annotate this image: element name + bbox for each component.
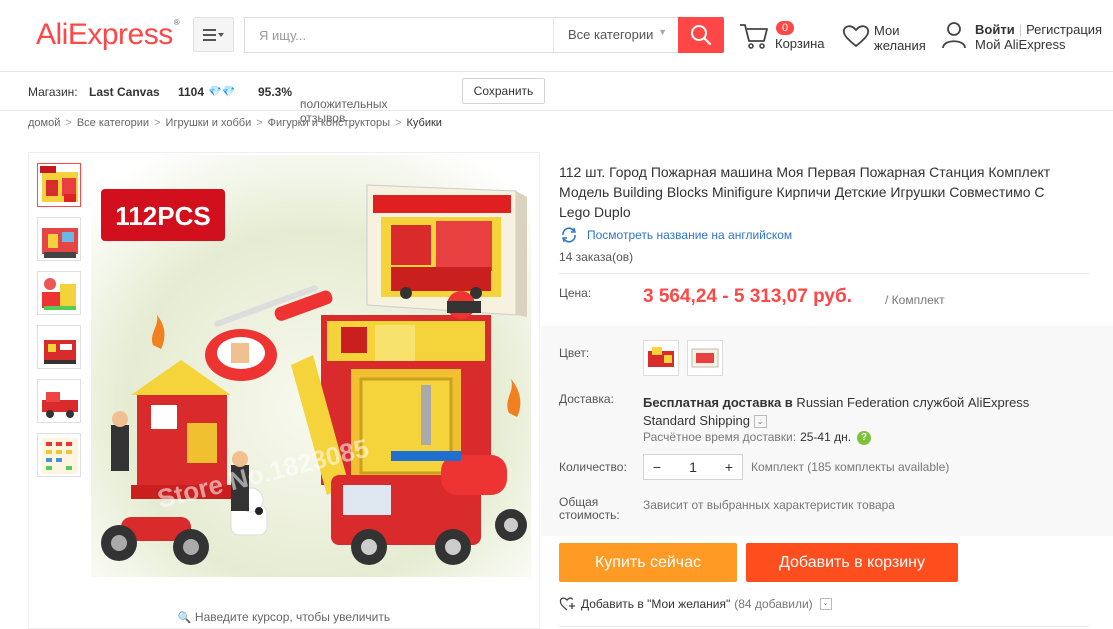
breadcrumb: домой > Все категории > Игрушки и хобби > Фигу…: [28, 117, 442, 129]
quantity-availability: Комплект (185 комплекты available): [751, 460, 950, 474]
store-label: Магазин:: [28, 85, 78, 99]
divider: [559, 626, 1089, 627]
magnifier-icon: 🔍: [177, 612, 192, 624]
search-button[interactable]: [678, 17, 724, 53]
shipping-info: Бесплатная доставка в Russian Federation…: [643, 395, 1030, 429]
divider: [559, 273, 1089, 274]
cart-count-badge: 0: [776, 21, 795, 35]
product-info-panel: 112 шт. Город Пожарная машина Моя Первая…: [541, 152, 1113, 629]
pieces-badge: 112PCS: [115, 201, 210, 231]
color-label: Цвет:: [559, 346, 590, 360]
store-score: 1104: [178, 85, 205, 99]
breadcrumb-toys[interactable]: Игрушки и хобби: [166, 117, 252, 129]
product-title: 112 шт. Город Пожарная машина Моя Первая…: [559, 164, 1051, 220]
product-main-image[interactable]: 112PCS Store No.1823085: [91, 155, 531, 577]
breadcrumb-home[interactable]: домой: [28, 117, 60, 129]
total-value: Зависит от выбранных характеристик товар…: [643, 498, 895, 512]
aliexpress-logo[interactable]: AliExpress®: [36, 18, 180, 52]
thumbnail-1[interactable]: [37, 163, 81, 207]
buy-now-button[interactable]: Купить сейчас: [559, 543, 737, 582]
product-gallery: 112PCS Store No.1823085 🔍 Наведите курсо…: [28, 152, 540, 629]
chevron-down-icon: ⌄: [300, 97, 307, 106]
chevron-down-icon[interactable]: ⌄: [819, 598, 832, 610]
total-label: Общая стоимость:: [559, 495, 620, 522]
user-icon: [942, 22, 966, 49]
store-name-link[interactable]: Last Canvas: [89, 85, 160, 99]
color-option-2[interactable]: [687, 340, 723, 376]
heart-plus-icon: [559, 597, 575, 611]
quantity-input[interactable]: 1: [670, 459, 716, 475]
heart-icon: [842, 25, 870, 48]
breadcrumb-figures[interactable]: Фигурки и конструкторы: [268, 117, 390, 129]
zoom-hint: 🔍 Наведите курсор, чтобы увеличить: [177, 610, 391, 624]
thumbnail-5[interactable]: [37, 379, 81, 423]
search-category-select[interactable]: Все категории ▼: [553, 18, 679, 52]
quantity-increase-button[interactable]: +: [716, 459, 742, 475]
cart-icon: [740, 24, 768, 49]
diamond-icon: 💎💎: [208, 86, 236, 98]
orders-count: 14 заказа(ов): [559, 250, 634, 264]
color-option-1[interactable]: [643, 340, 679, 376]
quantity-decrease-button[interactable]: −: [644, 459, 670, 475]
hamburger-icon: [202, 28, 224, 41]
search-icon: [691, 25, 712, 46]
price-unit: / Комплект: [885, 293, 945, 307]
help-icon[interactable]: ?: [857, 430, 872, 445]
search-input[interactable]: [245, 18, 551, 52]
store-bar: Магазин: Last Canvas 1104 💎💎 95.3% полож…: [0, 73, 1113, 125]
add-to-cart-button[interactable]: Добавить в корзину: [746, 543, 958, 582]
product-options: Цвет: Доставка: Бесплатная доставка в Ru…: [541, 326, 1113, 536]
register-link[interactable]: Регистрация: [1026, 22, 1102, 37]
translate-icon: [562, 227, 576, 243]
quantity-stepper: − 1 +: [643, 454, 743, 480]
delivery-estimate: Расчётное время доставки: 25-41 дн.?: [643, 430, 872, 445]
my-aliexpress-link[interactable]: Мой AliExpress: [975, 37, 1113, 52]
quantity-label: Количество:: [559, 460, 627, 474]
price-value: 3 564,24 - 5 313,07 руб.: [643, 286, 853, 307]
thumbnail-list: [37, 163, 83, 487]
positive-rate: 95.3%: [258, 85, 293, 99]
thumbnail-4[interactable]: [37, 325, 81, 369]
cart-label: Корзина: [775, 36, 825, 51]
translate-title-link[interactable]: Посмотреть название на английском: [559, 227, 792, 243]
categories-menu-button[interactable]: [193, 17, 234, 52]
breadcrumb-current[interactable]: Кубики: [407, 117, 442, 129]
shipping-dropdown-icon[interactable]: ⌄: [753, 415, 767, 429]
price-label: Цена:: [559, 286, 592, 300]
add-to-wishlist-link[interactable]: Добавить в "Мои желания" (84 добавили) ⌄: [559, 596, 832, 612]
shipping-label: Доставка:: [559, 392, 614, 406]
breadcrumb-all-categories[interactable]: Все категории: [77, 117, 149, 129]
login-link[interactable]: Войти: [975, 22, 1015, 37]
thumbnail-3[interactable]: [37, 271, 81, 315]
top-header: AliExpress® Все категории▼ 0 Корзина Мои…: [0, 0, 1113, 72]
save-store-button[interactable]: Сохранить: [462, 78, 545, 104]
search-box: Все категории▼: [244, 17, 680, 53]
product-box: [366, 184, 527, 317]
fire-station-toy-image: 112PCS Store No.1823085: [91, 155, 531, 577]
chevron-down-icon: ▼: [658, 27, 667, 37]
thumbnail-2[interactable]: [37, 217, 81, 261]
thumbnail-6[interactable]: [37, 433, 81, 477]
